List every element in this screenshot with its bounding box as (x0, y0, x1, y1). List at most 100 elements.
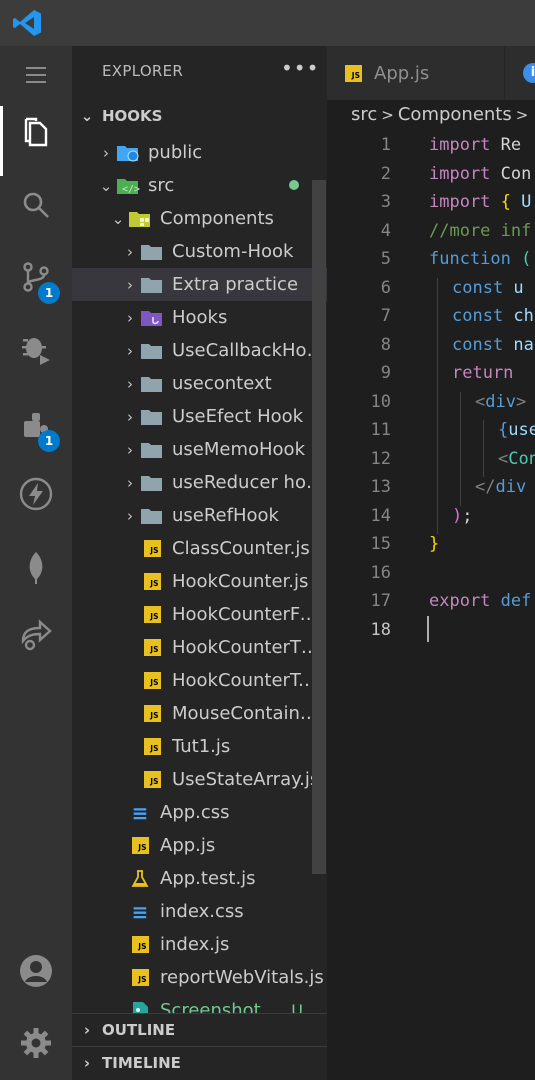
code-line[interactable]: const na (452, 335, 534, 355)
tree-item-file[interactable]: JS index.js (72, 928, 327, 961)
leaf-icon (29, 552, 43, 584)
tree-item-folder[interactable]: › useRefHook (72, 499, 327, 532)
live-share-button[interactable] (0, 606, 72, 664)
code-line[interactable]: {use (498, 420, 535, 440)
lightning-extension-button[interactable] (0, 465, 72, 523)
tree-item-file[interactable]: JS App.js (72, 829, 327, 862)
js-file-icon: JS (140, 670, 164, 692)
sidebar-scrollbar[interactable] (312, 180, 326, 874)
tree-item-file[interactable]: JS HookCounterFour.js (72, 598, 327, 631)
line-number: 2 (380, 164, 391, 184)
line-number: 10 (370, 392, 391, 412)
line-number: 6 (380, 278, 391, 298)
code-line[interactable]: import Re (429, 135, 521, 155)
activity-bar: 1 1 (0, 46, 72, 1080)
tree-item-file[interactable]: JS HookCounterThree.js (72, 631, 327, 664)
tree-item-folder-selected[interactable]: › Extra practice (72, 268, 327, 301)
code-line[interactable]: function ( (429, 249, 531, 269)
chevron-right-icon: > (515, 106, 529, 124)
tree-item-folder[interactable]: › UseEfect Hook (72, 400, 327, 433)
folder-icon (140, 439, 164, 461)
source-control-button[interactable]: 1 (0, 248, 72, 306)
js-file-icon: JS (128, 934, 152, 956)
tree-item-file[interactable]: JS UseStateArray.js (72, 763, 327, 796)
tree-item-hooks-folder[interactable]: › Hooks (72, 301, 327, 334)
search-button[interactable] (0, 177, 72, 235)
tree-item-folder[interactable]: › useReducer hook (72, 466, 327, 499)
workspace-header[interactable]: ⌄ HOOKS (72, 99, 327, 132)
text-cursor (427, 616, 429, 642)
chevron-down-icon: ⌄ (99, 176, 113, 195)
tree-item-file[interactable]: JS reportWebVitals.js (72, 961, 327, 994)
code-line[interactable]: <Con (498, 449, 535, 469)
tree-item-file[interactable]: ≡ index.css (72, 895, 327, 928)
breadcrumb: src > Components > (351, 104, 532, 125)
js-file-icon: JS (128, 967, 152, 989)
code-line[interactable]: </div (475, 477, 526, 497)
line-number: 17 (370, 591, 391, 611)
tree-item-file[interactable]: JS ClassCounter.js (72, 532, 327, 565)
line-number: 15 (370, 534, 391, 554)
code-line[interactable]: return (452, 363, 513, 383)
tree-item-src[interactable]: ⌄ </> src (72, 169, 327, 202)
tab-second[interactable]: i (505, 46, 535, 100)
code-line[interactable]: //more inf (429, 221, 531, 241)
breadcrumb-components[interactable]: Components (398, 104, 512, 125)
tree-item-folder[interactable]: › Custom-Hook (72, 235, 327, 268)
tree-item-file[interactable]: JS Tut1.js (72, 730, 327, 763)
line-number: 7 (380, 306, 391, 326)
tab-label: App.js (374, 62, 430, 84)
breadcrumb-src[interactable]: src (351, 104, 377, 125)
line-number: 13 (370, 477, 391, 497)
code-line[interactable]: export def (429, 591, 531, 611)
account-icon (20, 955, 52, 987)
code-line[interactable]: } (429, 534, 439, 554)
more-actions-button[interactable]: ••• (281, 56, 319, 80)
title-bar (0, 0, 535, 46)
editor-tabs: JS App.js i (327, 46, 535, 100)
extensions-button[interactable]: 1 (0, 396, 72, 454)
tree-item-file[interactable]: JS MouseContainer.js (72, 697, 327, 730)
tree-item-file[interactable]: JS HookCounter.js (72, 565, 327, 598)
code-line[interactable]: import { U (429, 192, 531, 212)
line-number: 14 (370, 506, 391, 526)
code-line[interactable]: ); (452, 506, 473, 526)
timeline-header[interactable]: › TIMELINE (72, 1046, 327, 1079)
mongodb-button[interactable] (0, 538, 72, 596)
workspace-label: HOOKS (102, 106, 163, 125)
tree-item-file[interactable]: JS HookCounterTwo.js (72, 664, 327, 697)
tree-item-folder[interactable]: › usecontext (72, 367, 327, 400)
folder-icon (140, 406, 164, 428)
chevron-right-icon: › (127, 473, 133, 492)
run-debug-button[interactable] (0, 318, 72, 376)
chevron-right-icon: › (83, 1054, 91, 1072)
tree-item-folder[interactable]: › useMemoHook (72, 433, 327, 466)
tree-item-folder[interactable]: › UseCallbackHook (72, 334, 327, 367)
debug-icon (22, 338, 50, 365)
settings-button[interactable] (0, 1014, 72, 1072)
test-flask-icon (128, 868, 152, 890)
explorer-button[interactable] (0, 102, 72, 176)
code-line[interactable]: import Con (429, 164, 531, 184)
tab-app-js[interactable]: JS App.js (327, 46, 505, 100)
code-line[interactable]: const u (452, 278, 524, 298)
js-file-icon: JS (140, 637, 164, 659)
folder-icon (140, 373, 164, 395)
code-line[interactable]: const ch (452, 306, 534, 326)
chevron-right-icon: › (127, 341, 133, 360)
line-number: 16 (370, 563, 391, 583)
line-number: 5 (380, 249, 391, 269)
code-line[interactable]: <div> (475, 392, 526, 412)
explorer-title: EXPLORER (102, 62, 184, 80)
tree-item-components[interactable]: ⌄ Components (72, 202, 327, 235)
tree-item-file[interactable]: ≡ App.css (72, 796, 327, 829)
accounts-button[interactable] (0, 942, 72, 1000)
outline-header[interactable]: › OUTLINE (72, 1013, 327, 1046)
line-number: 9 (380, 363, 391, 383)
js-file-icon: JS (140, 604, 164, 626)
line-number: 8 (380, 335, 391, 355)
tree-item-public[interactable]: › public (72, 136, 327, 169)
tree-item-file[interactable]: App.test.js (72, 862, 327, 895)
chevron-right-icon: › (127, 506, 133, 525)
menu-button[interactable] (0, 46, 72, 104)
